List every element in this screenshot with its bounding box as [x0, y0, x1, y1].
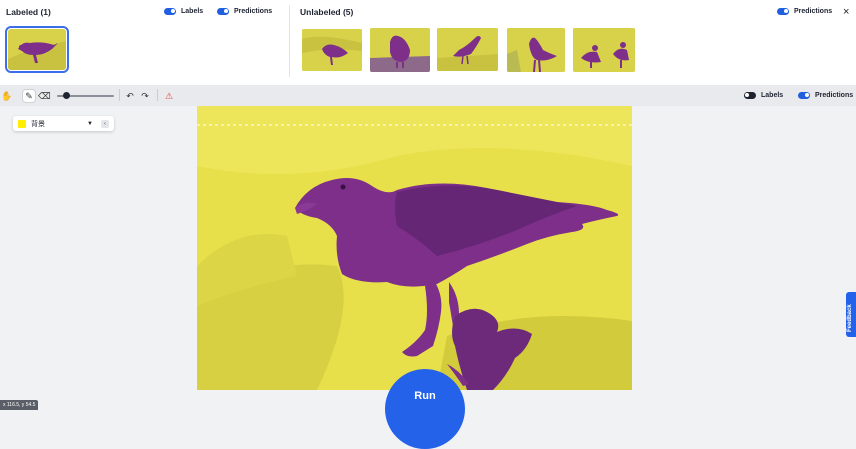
collapse-icon[interactable]: ‹ [100, 119, 109, 128]
toggle-switch[interactable] [217, 8, 229, 15]
chevron-down-icon[interactable]: ▼ [87, 121, 93, 127]
undo-icon[interactable]: ↶ [124, 90, 136, 102]
toggle-switch[interactable] [164, 8, 176, 15]
unlabeled-thumbnail[interactable] [302, 29, 362, 71]
image-gallery: Labeled (1) Labels Predictions Unlabeled… [0, 0, 856, 85]
labels-toggle-gallery[interactable]: Labels [164, 8, 203, 15]
brush-size-slider-handle[interactable] [63, 92, 70, 99]
eraser-icon[interactable]: ⌫ [38, 90, 51, 102]
close-icon[interactable]: × [843, 6, 849, 18]
class-color-swatch [18, 119, 26, 128]
section-divider [289, 5, 290, 77]
class-name: 背景 [31, 120, 45, 128]
pencil-icon[interactable]: ✎ [23, 90, 35, 102]
labeled-thumbnail[interactable] [5, 26, 69, 73]
unlabeled-thumbnail[interactable] [507, 28, 565, 72]
toggle-label: Labels [761, 92, 784, 99]
labeled-section-title: Labeled (1) [6, 7, 51, 17]
toggle-label: Labels [181, 8, 204, 15]
class-selector[interactable]: 背景 ▼ ‹ [13, 116, 114, 131]
predictions-toggle-gallery-labeled[interactable]: Predictions [217, 8, 272, 15]
toggle-switch[interactable] [744, 92, 756, 99]
unlabeled-thumbnail[interactable] [437, 28, 498, 71]
toggle-label: Predictions [794, 8, 833, 15]
unlabeled-thumbnail[interactable] [573, 28, 635, 72]
toggle-switch[interactable] [777, 8, 789, 15]
toggle-label: Predictions [234, 8, 273, 15]
feedback-tab[interactable]: Feedback [846, 292, 856, 337]
annotation-canvas[interactable] [197, 106, 632, 390]
redo-icon[interactable]: ↷ [139, 90, 151, 102]
labels-toggle-editor[interactable]: Labels [744, 92, 783, 99]
hand-icon[interactable]: ✋ [1, 90, 13, 102]
toolbar-divider [119, 89, 120, 101]
predictions-toggle-gallery-unlabeled[interactable]: Predictions [777, 8, 832, 15]
toolbar-divider [157, 89, 158, 101]
clear-icon[interactable]: ⚠ [163, 90, 175, 102]
segmentation-image[interactable] [197, 106, 632, 390]
feedback-label: Feedback [847, 304, 853, 332]
toggle-label: Predictions [815, 92, 854, 99]
predictions-toggle-editor[interactable]: Predictions [798, 92, 853, 99]
run-button[interactable]: Run [385, 369, 465, 449]
unlabeled-thumbnail[interactable] [370, 28, 430, 72]
toggle-switch[interactable] [798, 92, 810, 99]
cursor-coordinates: x 116.5, y 54.5 [0, 400, 39, 410]
unlabeled-section-title: Unlabeled (5) [300, 7, 354, 17]
